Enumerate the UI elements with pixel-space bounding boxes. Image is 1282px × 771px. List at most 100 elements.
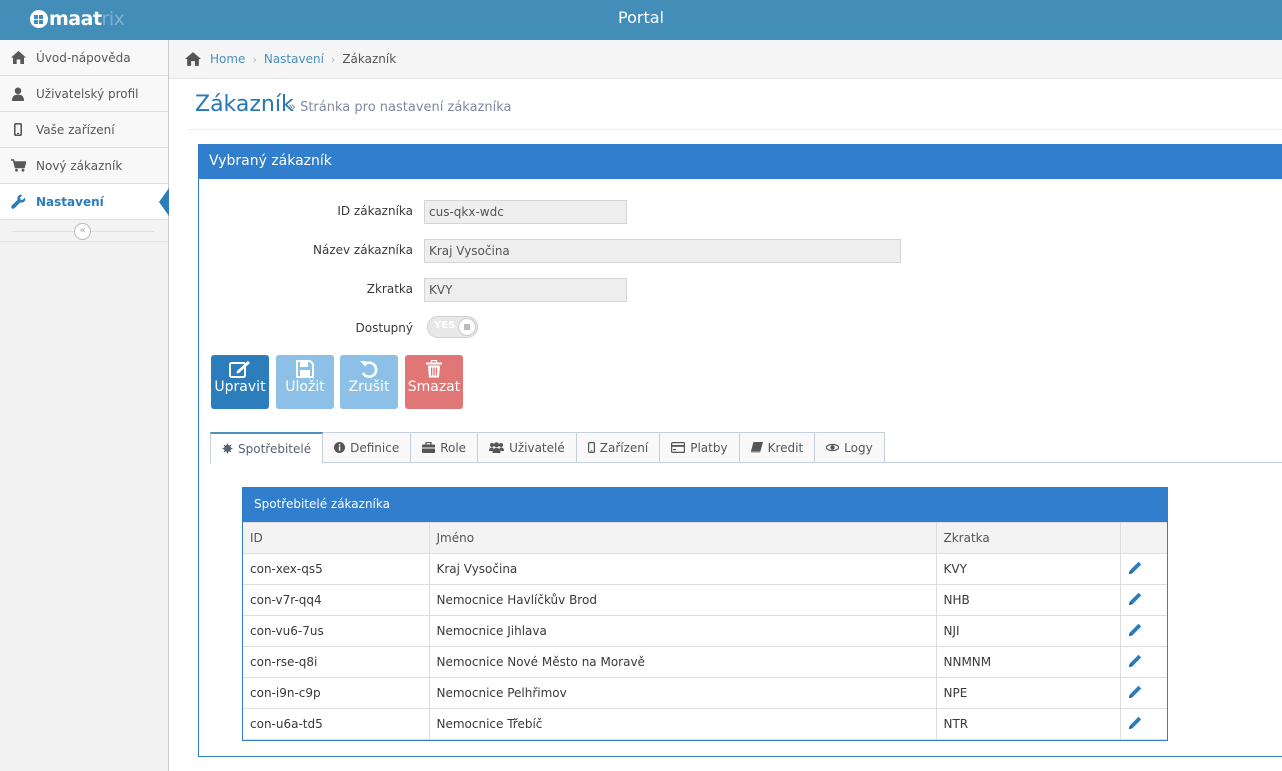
cell-abbr: NHB [935, 584, 1121, 616]
sidebar-collapse-row: « [0, 220, 168, 242]
cancel-button[interactable]: Zrušit [340, 355, 398, 409]
customer-abbr-field[interactable]: KVY [424, 278, 627, 302]
tab-payments[interactable]: Platby [660, 432, 740, 463]
consumers-table: ID Jméno Zkratka con-xex-qs5 Kraj Vysoči… [243, 522, 1167, 740]
save-button[interactable]: Uložit [276, 355, 334, 409]
credit-card-icon [671, 442, 686, 453]
logo-mark-icon [30, 10, 48, 28]
cart-icon [10, 158, 26, 174]
cell-name: Nemocnice Nové Město na Moravě [428, 646, 937, 678]
column-header-actions [1119, 522, 1167, 554]
pencil-icon[interactable] [1128, 561, 1142, 577]
breadcrumb-settings-link[interactable]: Nastavení [264, 52, 324, 66]
cell-actions [1119, 584, 1167, 616]
user-icon [10, 86, 26, 102]
pencil-icon[interactable] [1128, 685, 1142, 701]
edit-button[interactable]: Upravit [211, 355, 269, 409]
edit-icon [229, 361, 250, 378]
cell-name: Nemocnice Havlíčkův Brod [428, 584, 937, 616]
tab-credit[interactable]: Kredit [739, 432, 816, 463]
consumers-table-box: Spotřebitelé zákazníka ID Jméno Zkratka … [242, 487, 1168, 741]
floppy-disk-icon [296, 360, 314, 378]
toggle-knob [458, 318, 476, 336]
sidebar-item-profile[interactable]: Uživatelský profil [0, 76, 168, 112]
breadcrumb: Home › Nastavení › Zákazník [169, 40, 1282, 79]
sidebar-item-label: Úvod-nápověda [36, 50, 131, 65]
home-icon[interactable] [185, 52, 201, 66]
users-icon [489, 442, 505, 453]
trash-icon [426, 360, 442, 378]
toggle-text: YES [434, 320, 456, 331]
cell-id: con-rse-q8i [243, 646, 430, 678]
tab-consumers[interactable]: Spotřebitelé [210, 432, 324, 464]
table-row: con-vu6-7us Nemocnice Jihlava NJI [243, 615, 1167, 647]
undo-icon [360, 361, 378, 378]
mobile-icon [587, 442, 595, 453]
pencil-icon[interactable] [1128, 592, 1142, 608]
delete-button[interactable]: Smazat [405, 355, 463, 409]
cell-actions [1119, 646, 1167, 678]
cell-id: con-xex-qs5 [243, 553, 430, 585]
tab-bar: Spotřebitelé Definice Role Uživatelé Zař… [210, 432, 885, 464]
table-row: con-u6a-td5 Nemocnice Třebíč NTR [243, 708, 1167, 740]
page-title: Zákazník [195, 92, 294, 117]
pencil-icon[interactable] [1128, 623, 1142, 639]
cell-name: Kraj Vysočina [428, 553, 937, 585]
tab-devices[interactable]: Zařízení [576, 432, 661, 463]
eye-icon [826, 443, 840, 452]
cell-abbr: NPE [935, 677, 1121, 709]
wrench-icon [10, 194, 26, 210]
tab-users[interactable]: Uživatelé [478, 432, 577, 463]
cell-id: con-v7r-qq4 [243, 584, 430, 616]
info-circle-icon [334, 442, 346, 453]
tab-logs[interactable]: Logy [815, 432, 885, 463]
customer-name-label: Název zákazníka [312, 243, 413, 257]
sidebar: Úvod-nápověda Uživatelský profil Vaše za… [0, 40, 169, 771]
sidebar-item-devices[interactable]: Vaše zařízení [0, 112, 168, 148]
sidebar-item-label: Vaše zařízení [36, 122, 115, 137]
column-header-abbr[interactable]: Zkratka [935, 522, 1121, 554]
pencil-icon[interactable] [1128, 654, 1142, 670]
customer-id-label: ID zákazníka [337, 204, 413, 218]
cell-name: Nemocnice Třebíč [428, 708, 937, 740]
sidebar-item-label: Uživatelský profil [36, 86, 139, 101]
table-row: con-i9n-c9p Nemocnice Pelhřimov NPE [243, 677, 1167, 709]
pencil-icon[interactable] [1128, 716, 1142, 732]
cell-id: con-vu6-7us [243, 615, 430, 647]
selected-customer-widget: Vybraný zákazník ID zákazníka cus-qkx-wd… [198, 144, 1282, 757]
breadcrumb-home-link[interactable]: Home [210, 52, 245, 66]
breadcrumb-current: Zákazník [342, 52, 397, 66]
table-row: con-rse-q8i Nemocnice Nové Město na Mora… [243, 646, 1167, 678]
cell-name: Nemocnice Jihlava [428, 615, 937, 647]
customer-name-row: Název zákazníka Kraj Vysočina [199, 239, 1282, 263]
cell-actions [1119, 708, 1167, 740]
home-icon [10, 50, 26, 66]
maatrix-logo[interactable]: maatrix [30, 8, 125, 30]
customer-available-label: Dostupný [355, 321, 413, 335]
cell-name: Nemocnice Pelhřimov [428, 677, 937, 709]
table-row: con-v7r-qq4 Nemocnice Havlíčkův Brod NHB [243, 584, 1167, 616]
column-header-id[interactable]: ID [243, 522, 430, 554]
customer-abbr-label: Zkratka [366, 282, 413, 296]
available-toggle[interactable]: YES [427, 316, 478, 338]
cog-icon [222, 443, 233, 454]
customer-name-field[interactable]: Kraj Vysočina [424, 239, 901, 263]
customer-id-row: ID zákazníka cus-qkx-wdc [199, 200, 1282, 224]
sidebar-item-settings[interactable]: Nastavení [0, 184, 169, 220]
widget-title: Vybraný zákazník [199, 145, 1282, 179]
sidebar-collapse-icon[interactable]: « [74, 223, 91, 240]
customer-id-field[interactable]: cus-qkx-wdc [424, 200, 627, 224]
sidebar-item-label: Nový zákazník [36, 158, 123, 173]
cell-id: con-u6a-td5 [243, 708, 430, 740]
page-header: Zákazník » Stránka pro nastavení zákazní… [188, 80, 1282, 130]
consumers-table-title: Spotřebitelé zákazníka [243, 488, 1167, 522]
sidebar-item-home[interactable]: Úvod-nápověda [0, 40, 168, 76]
tab-definitions[interactable]: Definice [323, 432, 412, 463]
cell-actions [1119, 677, 1167, 709]
tab-roles[interactable]: Role [411, 432, 479, 463]
column-header-name[interactable]: Jméno [428, 522, 937, 554]
book-icon [750, 442, 763, 453]
chevron-right-icon: › [252, 52, 257, 66]
sidebar-item-new-customer[interactable]: Nový zákazník [0, 148, 168, 184]
cell-abbr: NJI [935, 615, 1121, 647]
